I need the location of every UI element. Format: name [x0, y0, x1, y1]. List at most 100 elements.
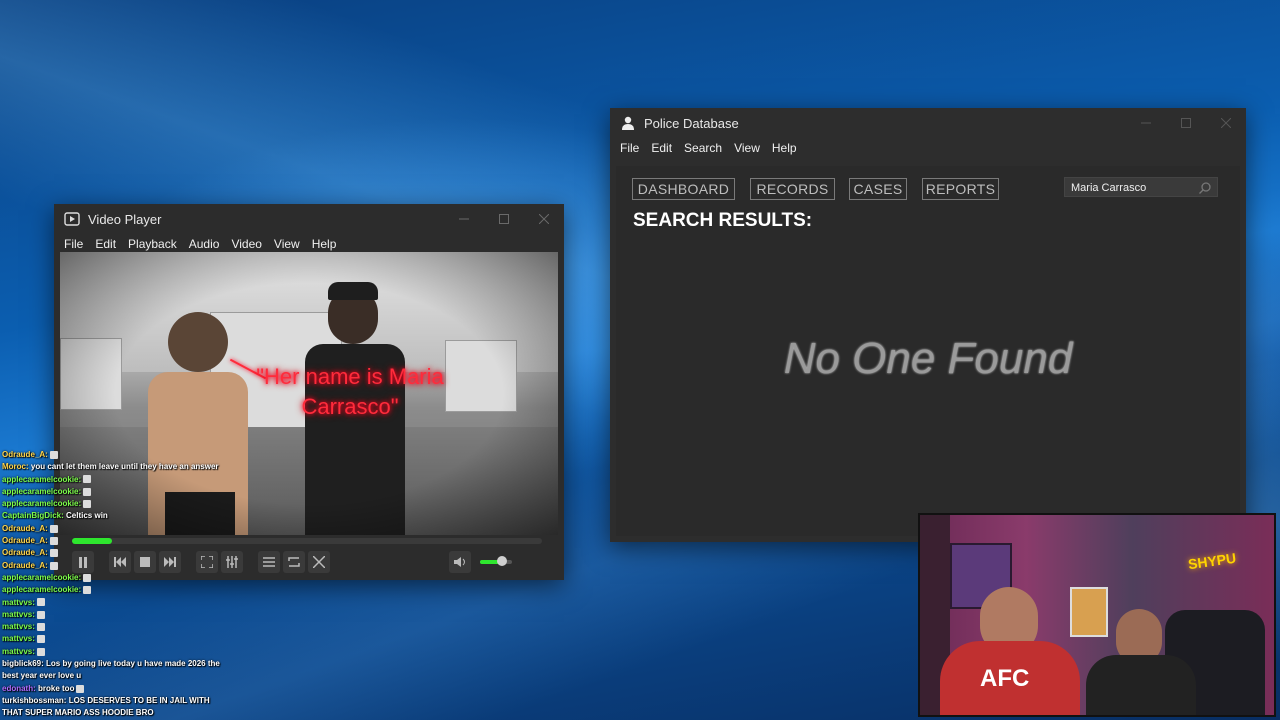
- chat-emote-icon: [76, 684, 85, 693]
- webcam-person-shirt: [1086, 655, 1196, 715]
- menu-view[interactable]: View: [274, 237, 300, 251]
- chat-message: Odraude_A:: [2, 449, 230, 461]
- chat-emote-icon: [49, 561, 58, 570]
- menu-file[interactable]: File: [620, 141, 639, 155]
- chat-username[interactable]: bigblick69:: [2, 659, 44, 668]
- chat-emote-icon: [83, 586, 92, 595]
- chat-emote-icon: [49, 450, 58, 459]
- chat-message: applecaramelcookie:: [2, 498, 230, 510]
- chat-emote-icon: [83, 475, 92, 484]
- chat-username[interactable]: Odraude_A:: [2, 548, 48, 557]
- chat-username[interactable]: applecaramelcookie:: [2, 487, 81, 496]
- user-icon: [620, 115, 636, 131]
- police-database-title: Police Database: [644, 115, 739, 131]
- neon-sign: SHYPU: [1187, 549, 1238, 573]
- menu-audio[interactable]: Audio: [189, 237, 220, 251]
- chat-emote-icon: [49, 549, 58, 558]
- police-database-window[interactable]: Police Database File Edit Search View He…: [610, 108, 1246, 542]
- streamer-webcam: SHYPU AFC: [918, 513, 1276, 717]
- menu-search[interactable]: Search: [684, 141, 722, 155]
- chat-message: applecaramelcookie:: [2, 572, 230, 584]
- menu-file[interactable]: File: [64, 237, 83, 251]
- menu-video[interactable]: Video: [231, 237, 261, 251]
- chat-username[interactable]: edonath:: [2, 684, 36, 693]
- hoodie-text: AFC: [980, 665, 1030, 692]
- video-player-title: Video Player: [88, 211, 162, 227]
- chat-username[interactable]: mattvvs:: [2, 610, 35, 619]
- chat-username[interactable]: mattvvs:: [2, 647, 35, 656]
- menu-edit[interactable]: Edit: [651, 141, 672, 155]
- webcam-poster: [1070, 587, 1108, 637]
- search-input-value: Maria Carrasco: [1071, 182, 1147, 194]
- stream-chat-overlay: Odraude_A: Moroc: you cant let them leave…: [2, 449, 230, 720]
- chat-emote-icon: [36, 623, 45, 632]
- chat-message: mattvvs:: [2, 609, 230, 621]
- maximize-button[interactable]: [484, 204, 524, 234]
- video-player-titlebar[interactable]: Video Player: [54, 204, 564, 234]
- tab-dashboard[interactable]: DASHBOARD: [632, 178, 735, 200]
- search-icon[interactable]: [1199, 181, 1211, 201]
- menu-playback[interactable]: Playback: [128, 237, 177, 251]
- volume-slider[interactable]: [480, 556, 512, 566]
- menu-edit[interactable]: Edit: [95, 237, 116, 251]
- chat-username[interactable]: Odraude_A:: [2, 450, 48, 459]
- police-database-menubar: File Edit Search View Help: [610, 138, 1246, 158]
- chat-message: Odraude_A:: [2, 560, 230, 572]
- chat-username[interactable]: turkishbossman:: [2, 696, 66, 705]
- chat-message: applecaramelcookie:: [2, 584, 230, 596]
- chat-emote-icon: [49, 536, 58, 545]
- chat-emote-icon: [36, 610, 45, 619]
- menu-view[interactable]: View: [734, 141, 760, 155]
- maximize-button[interactable]: [1166, 108, 1206, 138]
- chat-username[interactable]: CaptainBigDick:: [2, 511, 64, 520]
- chat-username[interactable]: Odraude_A:: [2, 561, 48, 570]
- police-database-titlebar[interactable]: Police Database: [610, 108, 1246, 138]
- shuffle-icon[interactable]: [308, 551, 330, 573]
- tab-records[interactable]: RECORDS: [750, 178, 835, 200]
- chat-message: mattvvs:: [2, 597, 230, 609]
- tab-reports[interactable]: REPORTS: [922, 178, 999, 200]
- loop-icon[interactable]: [283, 551, 305, 573]
- playlist-icon[interactable]: [258, 551, 280, 573]
- chat-username[interactable]: Odraude_A:: [2, 536, 48, 545]
- search-input[interactable]: Maria Carrasco: [1064, 177, 1218, 197]
- chat-username[interactable]: applecaramelcookie:: [2, 585, 81, 594]
- chat-message: mattvvs:: [2, 621, 230, 633]
- chat-username[interactable]: mattvvs:: [2, 598, 35, 607]
- chat-message: mattvvs:: [2, 646, 230, 658]
- chat-message-text: you cant let them leave until they have …: [28, 462, 219, 472]
- minimize-button[interactable]: [1126, 108, 1166, 138]
- chat-message: Odraude_A:: [2, 547, 230, 559]
- chat-username[interactable]: applecaramelcookie:: [2, 475, 81, 484]
- chat-message: CaptainBigDick: Celtics win: [2, 510, 230, 522]
- chat-username[interactable]: Odraude_A:: [2, 524, 48, 533]
- video-player-app-icon: [64, 211, 80, 227]
- chat-emote-icon: [83, 573, 92, 582]
- menu-help[interactable]: Help: [772, 141, 797, 155]
- chat-username[interactable]: applecaramelcookie:: [2, 573, 81, 582]
- chat-message: bigblick69: Los by going live today u ha…: [2, 658, 230, 683]
- menu-help[interactable]: Help: [312, 237, 337, 251]
- chat-message-text: broke too: [35, 683, 75, 693]
- chat-username[interactable]: applecaramelcookie:: [2, 499, 81, 508]
- minimize-button[interactable]: [444, 204, 484, 234]
- chat-username[interactable]: mattvvs:: [2, 634, 35, 643]
- chat-username[interactable]: mattvvs:: [2, 622, 35, 631]
- chat-emote-icon: [83, 487, 92, 496]
- volume-slider-handle[interactable]: [497, 556, 508, 566]
- chat-message: turkishbossman: LOS DESERVES TO BE IN JA…: [2, 695, 230, 720]
- close-button[interactable]: [1206, 108, 1246, 138]
- chat-message-text: Celtics win: [63, 511, 108, 521]
- video-overlay-quote: "Her name is Maria Carrasco": [256, 364, 444, 419]
- chat-message: edonath: broke too: [2, 683, 230, 695]
- chat-emote-icon: [36, 647, 45, 656]
- chat-message: mattvvs:: [2, 633, 230, 645]
- chat-emote-icon: [36, 598, 45, 607]
- chat-message: Odraude_A:: [2, 523, 230, 535]
- chat-username[interactable]: Moroc:: [2, 462, 29, 471]
- police-database-content: DASHBOARD RECORDS CASES REPORTS Maria Ca…: [616, 166, 1240, 536]
- tab-cases[interactable]: CASES: [849, 178, 907, 200]
- volume-icon[interactable]: [449, 551, 471, 573]
- chat-message: Moroc: you cant let them leave until the…: [2, 461, 230, 473]
- close-button[interactable]: [524, 204, 564, 234]
